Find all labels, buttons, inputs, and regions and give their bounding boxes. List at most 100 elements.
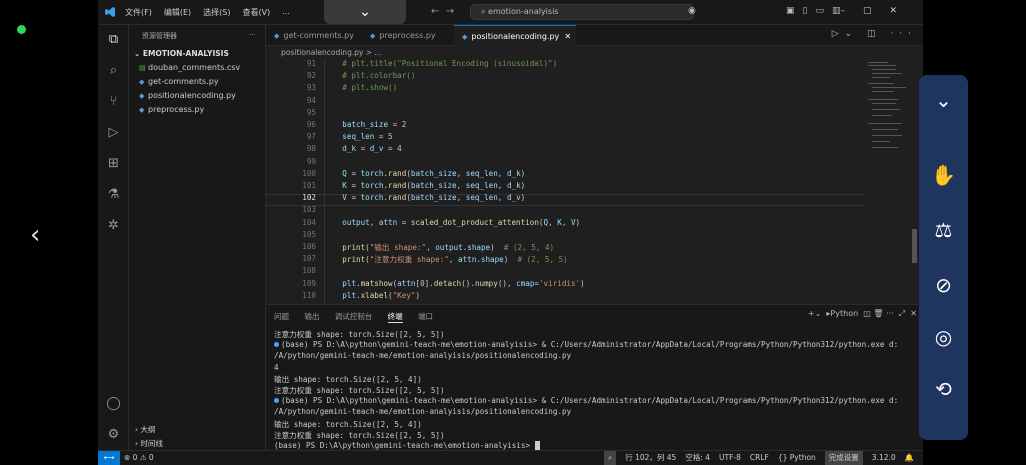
code-line[interactable]: 106 print("输出 shape:", output.shape) # (… bbox=[266, 242, 866, 254]
code-editor[interactable]: 91 # plt.title("Positional Encoding (sin… bbox=[266, 59, 866, 304]
code-line[interactable]: 101 K = torch.rand(batch_size, seq_len, … bbox=[266, 181, 866, 193]
remote-explorer-icon[interactable]: ✲ bbox=[105, 217, 122, 234]
code-line[interactable]: 96 batch_size = 2 bbox=[266, 120, 866, 132]
no-signal-icon[interactable]: ⊘ bbox=[929, 271, 958, 300]
menu-file[interactable]: 文件(F) bbox=[125, 7, 152, 18]
cursor-position[interactable]: 行 102，列 45 bbox=[625, 451, 676, 465]
remote-indicator-icon[interactable]: ⟷ bbox=[98, 451, 120, 465]
file-get-comments[interactable]: ◆ get-comments.py bbox=[139, 77, 219, 86]
sidebar-more-button[interactable]: ··· bbox=[249, 31, 256, 39]
editor-actions[interactable]: ▷⌄ ◫ ··· bbox=[832, 29, 917, 39]
code-line[interactable]: 97 seq_len = 5 bbox=[266, 132, 866, 144]
language-mode[interactable]: {} Python bbox=[778, 451, 816, 465]
eye-off-icon[interactable]: ◎ bbox=[929, 323, 958, 352]
code-line[interactable]: 100 Q = torch.rand(batch_size, seq_len, … bbox=[266, 169, 866, 181]
python-version[interactable]: 3.12.0 bbox=[872, 451, 896, 465]
command-center-search[interactable]: ⌕ emotion-analyisis bbox=[470, 4, 694, 20]
minimap[interactable] bbox=[866, 59, 912, 159]
file-douban-comments[interactable]: ▤ douban_comments.csv bbox=[139, 63, 240, 72]
tab-preprocess[interactable]: ◆ preprocess.py bbox=[362, 25, 454, 46]
chevron-down-icon[interactable]: ⌄ bbox=[929, 86, 958, 115]
encoding[interactable]: UTF-8 bbox=[719, 451, 741, 465]
tab-positionalencoding[interactable]: ◆ positionalencoding.py ✕ bbox=[454, 25, 576, 46]
kill-terminal-icon[interactable]: 🗑 bbox=[873, 309, 883, 318]
no-touch-icon[interactable]: ✋ bbox=[929, 161, 958, 190]
menu-more[interactable]: ... bbox=[282, 7, 290, 18]
tab-debug-console[interactable]: 调试控制台 bbox=[335, 312, 373, 321]
rotate-icon[interactable]: ⟲ bbox=[929, 375, 958, 404]
split-terminal-icon[interactable]: ◫ bbox=[863, 309, 871, 318]
weight-icon[interactable]: ⚖ bbox=[929, 216, 958, 245]
file-name: positionalencoding.py bbox=[148, 91, 236, 100]
run-debug-icon[interactable]: ▷ bbox=[105, 124, 122, 141]
code-line[interactable]: 92 # plt.colorbar() bbox=[266, 71, 866, 83]
code-text: # plt.show() bbox=[324, 83, 398, 93]
tab-get-comments[interactable]: ◆ get-comments.py bbox=[266, 25, 362, 46]
account-icon[interactable]: ◯ bbox=[105, 395, 122, 412]
terminal-shell-label[interactable]: Python bbox=[830, 309, 858, 318]
code-line[interactable]: 105 bbox=[266, 230, 866, 242]
terminal-line: 输出 shape: torch.Size([2, 5, 4]) bbox=[274, 374, 422, 384]
code-line[interactable]: 103 bbox=[266, 205, 866, 217]
code-line[interactable]: 95 bbox=[266, 108, 866, 120]
code-line[interactable]: 91 # plt.title("Positional Encoding (sin… bbox=[266, 59, 866, 71]
code-line[interactable]: 107 print("注意力权重 shape:", attn.shape) # … bbox=[266, 254, 866, 266]
end-of-line[interactable]: CRLF bbox=[750, 451, 769, 465]
timeline-section[interactable]: › 时间线 bbox=[135, 438, 163, 449]
code-line[interactable]: 104 output, attn = scaled_dot_product_at… bbox=[266, 218, 866, 230]
terminal-line: 注意力权重 shape: torch.Size([2, 5, 5]) bbox=[274, 385, 445, 395]
maximize-panel-icon[interactable]: ⤢ bbox=[899, 309, 905, 318]
nav-forward-button[interactable]: → bbox=[446, 6, 454, 17]
line-number: 98 bbox=[306, 144, 316, 154]
close-panel-icon[interactable]: ✕ bbox=[910, 309, 917, 318]
tab-output[interactable]: 输出 bbox=[304, 312, 319, 321]
zoom-icon[interactable]: ⌕ bbox=[604, 451, 617, 465]
tab-terminal[interactable]: 终端 bbox=[387, 312, 403, 323]
back-arrow-icon[interactable]: ‹ bbox=[30, 222, 52, 248]
code-line[interactable]: 108 bbox=[266, 266, 866, 278]
explorer-icon[interactable]: ⧉ bbox=[105, 31, 122, 48]
indentation[interactable]: 空格: 4 bbox=[685, 451, 710, 465]
outline-section[interactable]: › 大纲 bbox=[135, 424, 155, 435]
close-tab-icon[interactable]: ✕ bbox=[564, 32, 571, 41]
code-line[interactable]: 109 plt.matshow(attn[0].detach().numpy()… bbox=[266, 279, 866, 291]
copilot-icon[interactable]: ◉ bbox=[688, 6, 704, 16]
code-line[interactable]: 93 # plt.show() bbox=[266, 83, 866, 95]
nav-back-button[interactable]: ← bbox=[431, 6, 439, 17]
menu-edit[interactable]: 编辑(E) bbox=[164, 7, 191, 18]
menu-bar: 文件(F) 编辑(E) 选择(S) 查看(V) ... bbox=[125, 7, 302, 18]
overlay-pulldown-button[interactable]: ⌄ bbox=[324, 0, 406, 24]
layout-icons[interactable]: ▣▯▭▥ bbox=[786, 6, 848, 16]
code-line[interactable]: 94 bbox=[266, 96, 866, 108]
code-line[interactable]: 110 plt.xlabel("Key") bbox=[266, 291, 866, 303]
new-terminal-button[interactable]: +⌄ bbox=[808, 309, 821, 318]
file-name: douban_comments.csv bbox=[148, 63, 241, 72]
menu-selection[interactable]: 选择(S) bbox=[203, 7, 230, 18]
window-controls[interactable]: –▢✕ bbox=[840, 6, 915, 16]
problems-status[interactable]: ⊗ 0 ⚠ 0 bbox=[124, 451, 154, 465]
workspace-folder[interactable]: ⌄ EMOTION-ANALYISIS bbox=[134, 49, 229, 58]
tab-ports[interactable]: 端口 bbox=[418, 312, 433, 321]
code-line[interactable]: 102 V = torch.rand(batch_size, seq_len, … bbox=[266, 193, 866, 205]
search-icon[interactable]: ⌕ bbox=[105, 62, 122, 79]
outline-label: 大纲 bbox=[140, 425, 156, 434]
menu-view[interactable]: 查看(V) bbox=[242, 7, 270, 18]
setup-status[interactable]: 完成设置 bbox=[824, 451, 863, 465]
breadcrumb[interactable]: positionalencoding.py > ... bbox=[266, 46, 923, 59]
editor-scrollbar[interactable] bbox=[912, 229, 917, 263]
floating-tool-panel: ⌄ ✋ ⚖ ⊘ ◎ ⟲ bbox=[919, 75, 968, 440]
settings-gear-icon[interactable]: ⚙ bbox=[105, 426, 122, 443]
source-control-icon[interactable]: ⑂ bbox=[105, 93, 122, 110]
file-preprocess[interactable]: ◆ preprocess.py bbox=[139, 105, 204, 114]
terminal-output[interactable]: 注意力权重 shape: torch.Size([2, 5, 5]) (base… bbox=[274, 329, 914, 452]
code-line[interactable]: 99 bbox=[266, 157, 866, 169]
terminal-line: 注意力权重 shape: torch.Size([2, 5, 5]) bbox=[274, 330, 445, 339]
more-icon[interactable]: ··· bbox=[886, 309, 894, 318]
tab-problems[interactable]: 问题 bbox=[274, 312, 289, 321]
testing-icon[interactable]: ⚗ bbox=[105, 186, 122, 203]
vscode-logo-icon bbox=[105, 7, 115, 17]
file-positionalencoding[interactable]: ◆ positionalencoding.py bbox=[139, 91, 236, 100]
extensions-icon[interactable]: ⊞ bbox=[105, 155, 122, 172]
notifications-icon[interactable]: 🔔 bbox=[905, 451, 914, 465]
code-line[interactable]: 98 d_k = d_v = 4 bbox=[266, 144, 866, 156]
